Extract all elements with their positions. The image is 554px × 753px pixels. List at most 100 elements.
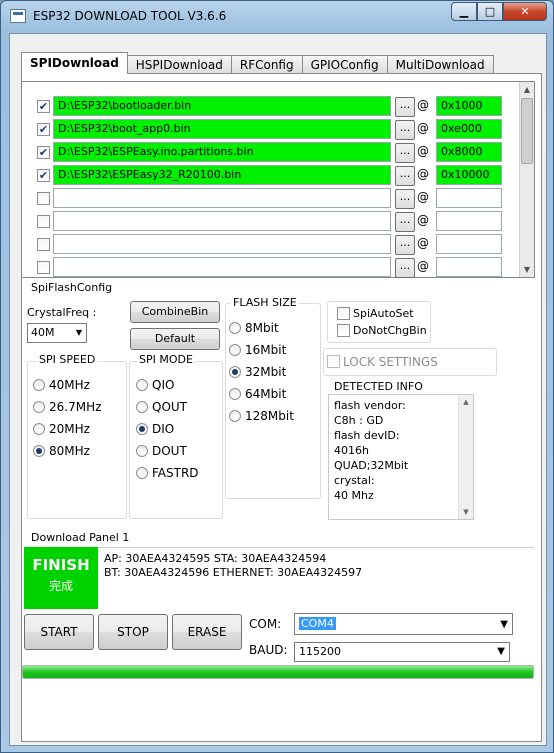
browse-button[interactable]: ... [395,189,415,209]
stop-button[interactable]: STOP [98,614,168,650]
tab-spidownload[interactable]: SPIDownload [21,52,128,74]
scroll-down-icon[interactable]: ▼ [520,262,534,277]
at-symbol: @ [417,121,429,135]
spi-mode-radio-fastrd[interactable] [136,467,148,479]
lock-settings-checkbox[interactable] [327,355,340,368]
detected-info-line: crystal: [334,474,375,487]
browse-button[interactable]: ... [395,97,415,117]
scroll-up-icon[interactable]: ▲ [459,398,473,406]
crystal-freq-label: CrystalFreq : [27,306,97,319]
browse-button[interactable]: ... [395,166,415,186]
file-enable-checkbox[interactable] [37,192,50,205]
at-symbol: @ [417,190,429,204]
file-row: ... @ [21,187,519,209]
crystal-freq-select[interactable]: 40M ▼ [27,323,87,343]
spi-speed-radio-40mhz[interactable] [33,379,45,391]
detected-info-scrollbar[interactable]: ▲ ▼ [458,395,473,519]
at-symbol: @ [417,259,429,273]
caption-buttons: ▁ □ ✕ [451,2,547,21]
title-bar[interactable]: ESP32 DOWNLOAD TOOL V3.6.6 ▁ □ ✕ [1,1,553,33]
com-select[interactable]: COM4 ▼ [294,613,513,635]
file-path-input[interactable] [53,257,391,277]
file-path-input[interactable]: D:\ESP32\ESPEasy.ino.partitions.bin [53,142,391,162]
detected-info-box: flash vendor: C8h : GD flash devID: 4016h QU… [328,394,474,520]
erase-button[interactable]: ERASE [172,614,242,650]
spi-speed-option-label: 20MHz [49,422,90,436]
mac-line-1: AP: 30AEA4324595 STA: 30AEA4324594 [104,552,327,565]
spi-speed-radio-80mhz[interactable] [33,445,45,457]
spi-mode-radio-dio[interactable] [136,423,148,435]
flash-size-option-label: 8Mbit [245,321,279,335]
flash-address-input[interactable]: 0x1000 [436,96,502,116]
file-row: ✔ D:\ESP32\bootloader.bin... @0x1000 [21,95,519,117]
flash-address-input[interactable]: 0xe000 [436,119,502,139]
spi-mode-option-label: QIO [152,378,175,392]
file-enable-checkbox[interactable]: ✔ [37,146,50,159]
file-path-input[interactable] [53,188,391,208]
flash-address-input[interactable] [436,234,502,254]
default-button[interactable]: Default [130,328,220,350]
file-list-scrollbar[interactable]: ▲ ▼ [519,82,534,277]
flash-address-input[interactable] [436,257,502,277]
baud-select[interactable]: 115200 ▼ [294,642,510,662]
spi-mode-option-label: QOUT [152,400,188,414]
file-enable-checkbox[interactable] [37,261,50,274]
tab-gpioconfig[interactable]: GPIOConfig [301,55,388,74]
flash-size-radio-64mbit[interactable] [229,388,241,400]
status-badge: FINISH 完成 [24,547,98,609]
at-symbol: @ [417,144,429,158]
flash-size-radio-16mbit[interactable] [229,344,241,356]
status-text: FINISH [32,556,90,574]
file-enable-checkbox[interactable]: ✔ [37,169,50,182]
browse-button[interactable]: ... [395,258,415,278]
file-path-input[interactable]: D:\ESP32\ESPEasy32_R20100.bin [53,165,391,185]
file-path-input[interactable] [53,234,391,254]
file-enable-checkbox[interactable]: ✔ [37,123,50,136]
start-button[interactable]: START [24,614,94,650]
browse-button[interactable]: ... [395,212,415,232]
spi-mode-radio-qout[interactable] [136,401,148,413]
app-window: ESP32 DOWNLOAD TOOL V3.6.6 ▁ □ ✕ SPIDown… [0,0,554,753]
spi-speed-radio-20mhz[interactable] [33,423,45,435]
flash-size-radio-8mbit[interactable] [229,322,241,334]
detected-info-line: flash devID: [334,429,400,442]
close-button[interactable]: ✕ [503,2,547,21]
scroll-thumb[interactable] [521,98,533,164]
maximize-button[interactable]: □ [477,2,503,21]
combine-bin-button[interactable]: CombineBin [130,301,220,323]
at-symbol: @ [417,213,429,227]
minimize-button[interactable]: ▁ [451,2,477,21]
spi-auto-set-checkbox[interactable] [337,307,350,320]
flash-address-input[interactable] [436,188,502,208]
flash-size-option-label: 16Mbit [245,343,287,357]
browse-button[interactable]: ... [395,120,415,140]
scroll-down-icon[interactable]: ▼ [459,508,473,516]
spi-speed-radio-26-7mhz[interactable] [33,401,45,413]
flash-size-radio-128mbit[interactable] [229,410,241,422]
spi-auto-set-label: SpiAutoSet [353,307,414,320]
mac-info-box: AP: 30AEA4324595 STA: 30AEA4324594 BT: 3… [98,547,534,609]
tab-hspidownload[interactable]: HSPIDownload [126,55,232,74]
do-not-chg-bin-checkbox[interactable] [337,324,350,337]
com-value: COM4 [299,617,336,630]
at-symbol: @ [417,167,429,181]
app-icon [10,9,26,23]
browse-button[interactable]: ... [395,235,415,255]
flash-address-input[interactable]: 0x10000 [436,165,502,185]
file-enable-checkbox[interactable] [37,238,50,251]
file-path-input[interactable]: D:\ESP32\boot_app0.bin [53,119,391,139]
tab-multidownload[interactable]: MultiDownload [386,55,494,74]
flash-address-input[interactable] [436,211,502,231]
browse-button[interactable]: ... [395,143,415,163]
scroll-up-icon[interactable]: ▲ [520,82,534,97]
flash-address-input[interactable]: 0x8000 [436,142,502,162]
tab-rfconfig[interactable]: RFConfig [230,55,303,74]
detected-info-title: DETECTED INFO [334,380,423,393]
flash-size-radio-32mbit[interactable] [229,366,241,378]
file-path-input[interactable] [53,211,391,231]
spi-mode-radio-qio[interactable] [136,379,148,391]
spi-mode-radio-dout[interactable] [136,445,148,457]
file-path-input[interactable]: D:\ESP32\bootloader.bin [53,96,391,116]
file-enable-checkbox[interactable]: ✔ [37,100,50,113]
file-enable-checkbox[interactable] [37,215,50,228]
